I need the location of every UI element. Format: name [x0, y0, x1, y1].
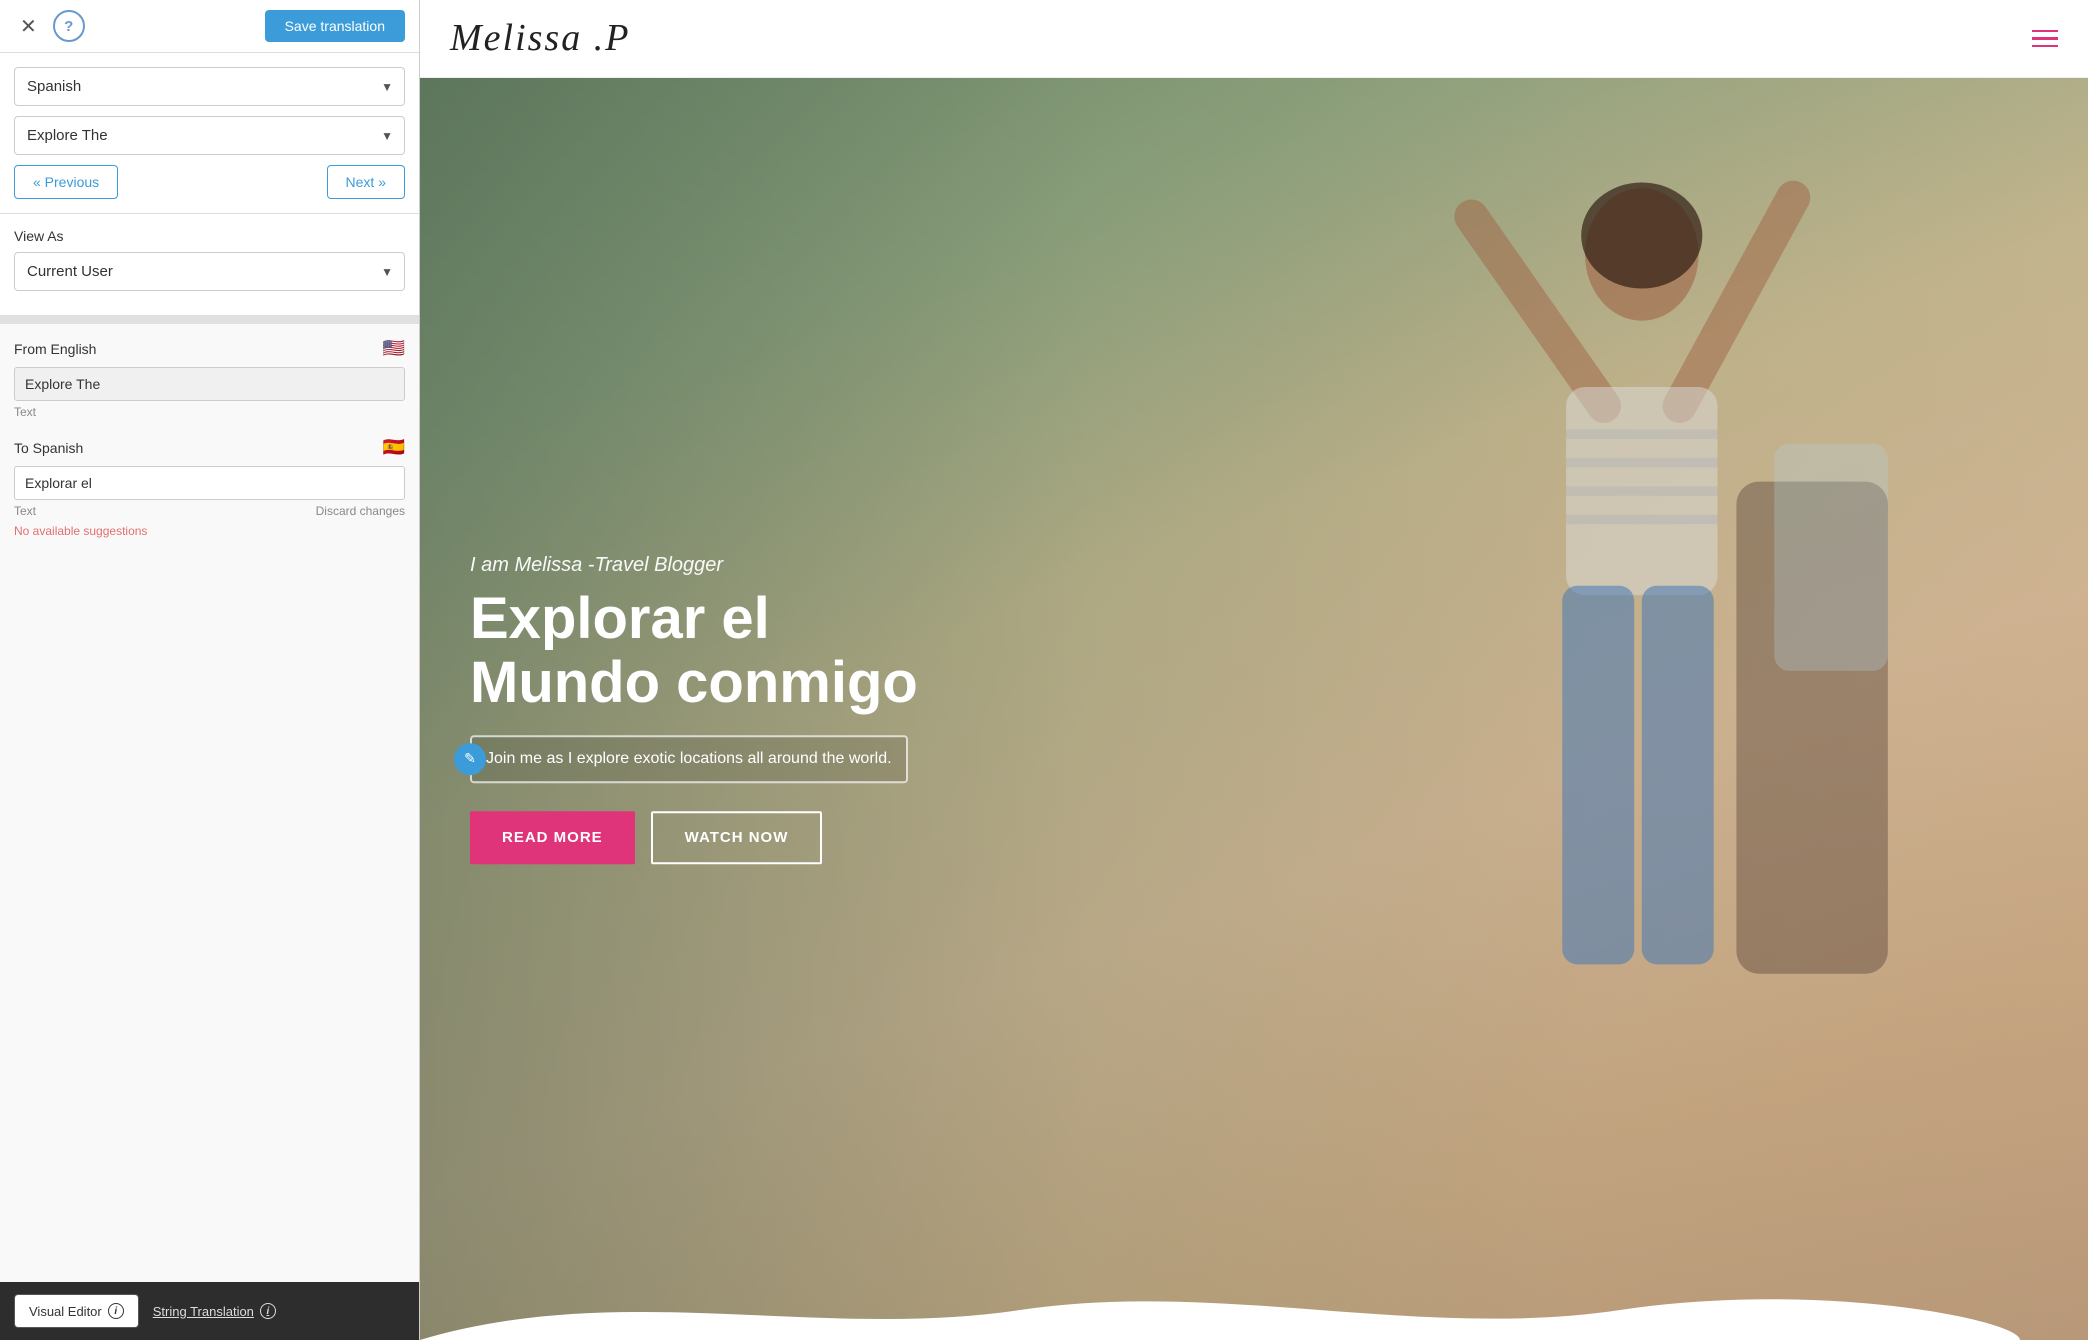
to-meta: Text Discard changes [14, 504, 405, 518]
hero-description: ✎ Join me as I explore exotic locations … [470, 735, 908, 783]
string-dropdown[interactable]: Explore TheI am MelissaJoin me asREAD MO… [14, 116, 405, 155]
view-as-area: View As Current UserGuestAdmin ▼ [0, 214, 419, 316]
hamburger-menu[interactable] [2032, 30, 2058, 48]
view-as-label: View As [14, 228, 405, 244]
hero-section: I am Melissa -Travel Blogger Explorar el… [420, 78, 2088, 1340]
next-button[interactable]: Next » [327, 165, 405, 199]
from-meta: Text [14, 405, 405, 419]
to-type: Text [14, 504, 36, 518]
hero-title-line2: Mundo conmigo [470, 650, 918, 715]
string-translation-tab[interactable]: String Translation i [153, 1303, 276, 1319]
view-as-dropdown[interactable]: Current UserGuestAdmin [14, 252, 405, 291]
hamburger-line-3 [2032, 45, 2058, 48]
read-more-button[interactable]: READ MORE [470, 811, 635, 864]
close-button[interactable]: ✕ [14, 12, 43, 41]
from-english-input[interactable] [14, 367, 405, 401]
edit-icon[interactable]: ✎ [454, 743, 486, 775]
left-panel: ✕ ? Save translation SpanishFrenchGerman… [0, 0, 420, 1340]
from-section-header: From English 🇺🇸 [14, 338, 405, 359]
to-flag: 🇪🇸 [383, 437, 405, 458]
to-section-header: To Spanish 🇪🇸 [14, 437, 405, 458]
logo-text: Melissa .P [450, 17, 630, 59]
hero-content: I am Melissa -Travel Blogger Explorar el… [470, 554, 918, 864]
bottom-bar: Visual Editor i String Translation i [0, 1282, 419, 1340]
hamburger-line-1 [2032, 30, 2058, 33]
visual-editor-label: Visual Editor [29, 1304, 102, 1319]
string-translation-info-icon: i [260, 1303, 276, 1319]
language-dropdown-wrap: SpanishFrenchGermanItalian ▼ [14, 67, 405, 106]
hamburger-line-2 [2032, 37, 2058, 40]
save-translation-button[interactable]: Save translation [265, 10, 405, 42]
site-header: Melissa .P [420, 0, 2088, 78]
visual-editor-tab[interactable]: Visual Editor i [14, 1294, 139, 1328]
from-flag: 🇺🇸 [383, 338, 405, 359]
view-as-dropdown-wrap: Current UserGuestAdmin ▼ [14, 252, 405, 291]
top-bar: ✕ ? Save translation [0, 0, 419, 53]
from-label: From English [14, 341, 96, 357]
wave-bottom [420, 1280, 2020, 1340]
hero-description-text: Join me as I explore exotic locations al… [486, 750, 892, 767]
separator [0, 316, 419, 324]
hero-title-line1: Explorar el [470, 586, 770, 651]
string-dropdown-wrap: Explore TheI am MelissaJoin me asREAD MO… [14, 116, 405, 155]
site-logo: Melissa .P [450, 16, 630, 61]
right-panel: Melissa .P [420, 0, 2088, 1340]
to-label: To Spanish [14, 440, 83, 456]
hero-buttons: READ MORE WATCH NOW [470, 811, 918, 864]
hero-figure [1287, 103, 1921, 1239]
translation-area: From English 🇺🇸 Text To Spanish 🇪🇸 Text … [0, 324, 419, 1282]
visual-editor-info-icon: i [108, 1303, 124, 1319]
help-button[interactable]: ? [53, 10, 85, 42]
hero-subtitle: I am Melissa -Travel Blogger [470, 554, 918, 577]
discard-changes-link[interactable]: Discard changes [316, 504, 405, 518]
language-dropdown[interactable]: SpanishFrenchGermanItalian [14, 67, 405, 106]
hero-title: Explorar el Mundo conmigo [470, 587, 918, 715]
string-translation-label: String Translation [153, 1304, 254, 1319]
nav-buttons: « Previous Next » [14, 165, 405, 199]
to-spanish-input[interactable] [14, 466, 405, 500]
no-suggestions-text: No available suggestions [14, 524, 405, 538]
previous-button[interactable]: « Previous [14, 165, 118, 199]
from-type: Text [14, 405, 36, 419]
controls-area: SpanishFrenchGermanItalian ▼ Explore The… [0, 53, 419, 214]
watch-now-button[interactable]: WATCH NOW [651, 811, 823, 864]
